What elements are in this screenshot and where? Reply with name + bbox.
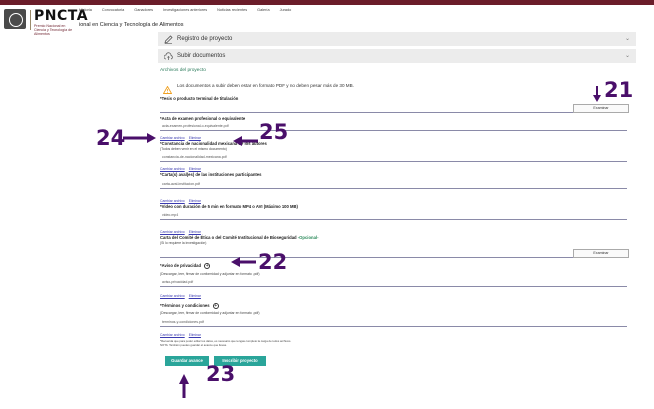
arrow-24-head — [147, 133, 156, 143]
arrow-21-head — [593, 95, 601, 102]
annotation-21: 21 — [604, 78, 634, 102]
arrow-25-head — [233, 136, 242, 146]
annotation-24: 24 — [96, 126, 126, 150]
annotation-25: 25 — [259, 120, 289, 144]
arrow-22-head — [231, 257, 240, 267]
annotation-23: 23 — [206, 362, 236, 386]
annotation-arrows — [123, 86, 601, 398]
arrow-23-head — [179, 374, 189, 384]
annotation-22: 22 — [258, 250, 288, 274]
